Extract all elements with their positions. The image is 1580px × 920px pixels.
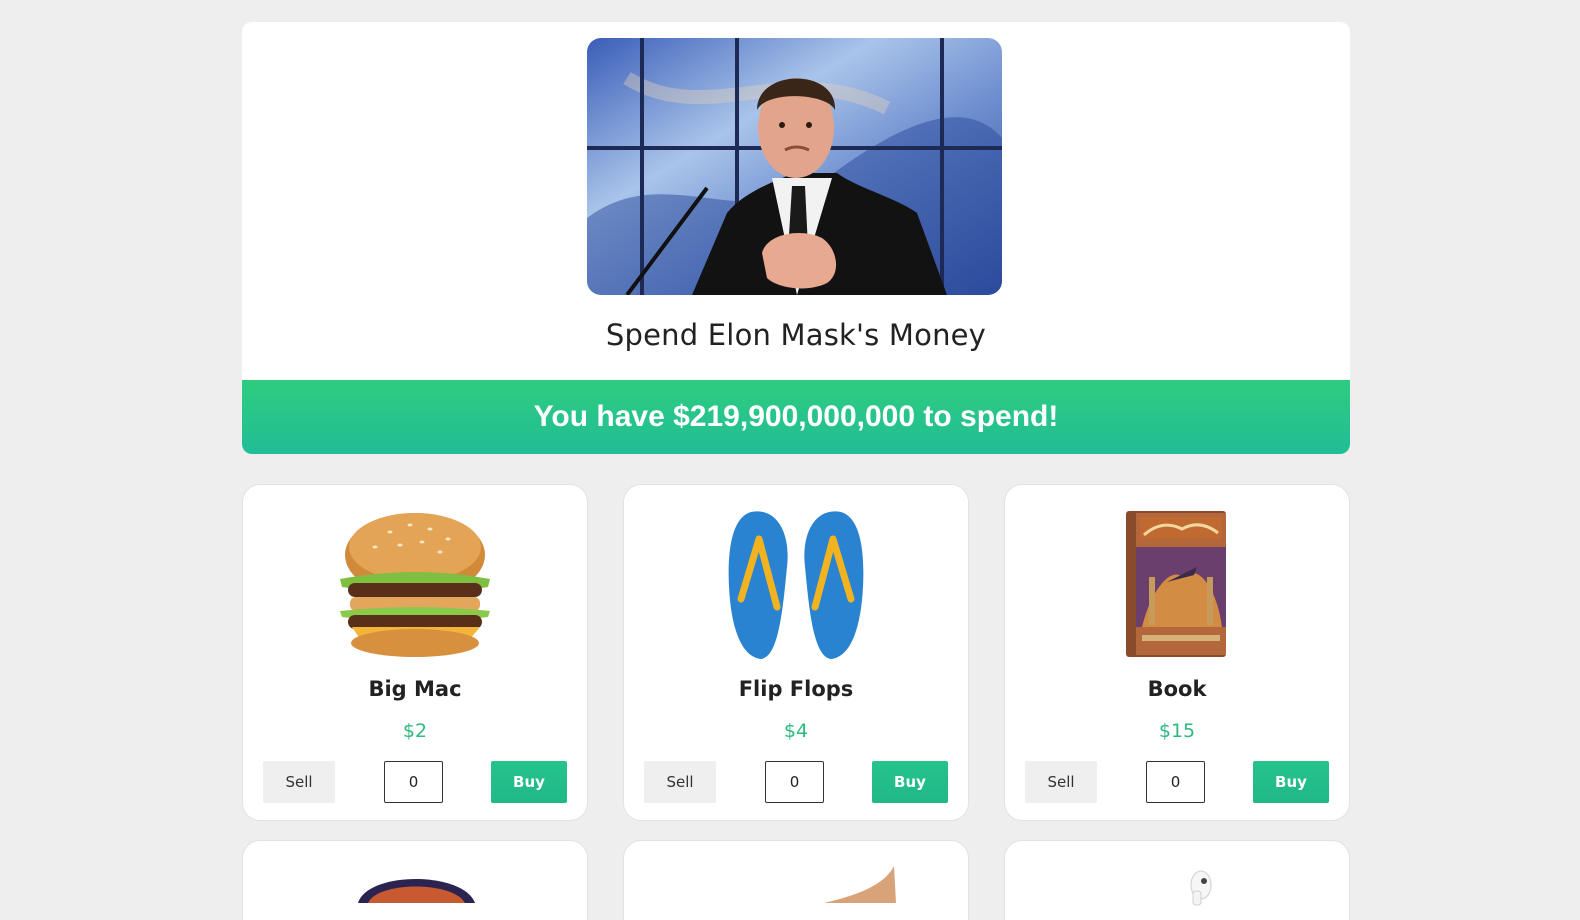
product-name: Book bbox=[1147, 677, 1207, 701]
product-card-flip-flops: Flip Flops $4 Sell 0 Buy bbox=[623, 484, 969, 821]
big-mac-image bbox=[243, 507, 587, 667]
product-name: Big Mac bbox=[368, 677, 462, 701]
product-price: $2 bbox=[402, 720, 428, 742]
buy-button[interactable]: Buy bbox=[872, 761, 948, 803]
product-image-partial bbox=[358, 879, 475, 903]
product-card-big-mac: Big Mac $2 Sell 0 Buy bbox=[242, 484, 588, 821]
product-image-partial bbox=[824, 866, 896, 903]
product-card-partial bbox=[242, 840, 588, 920]
product-card-book: Book $15 Sell 0 Buy bbox=[1004, 484, 1350, 821]
sell-button[interactable]: Sell bbox=[263, 761, 335, 803]
balance-banner: You have $219,900,000,000 to spend! bbox=[242, 380, 1350, 454]
quantity-input[interactable]: 0 bbox=[765, 761, 824, 803]
flip-flops-image bbox=[624, 507, 968, 667]
buy-button[interactable]: Buy bbox=[491, 761, 567, 803]
product-price: $15 bbox=[1158, 720, 1196, 742]
elon-portrait-image bbox=[587, 38, 1002, 295]
product-card-partial bbox=[623, 840, 969, 920]
product-name: Flip Flops bbox=[738, 677, 854, 701]
product-price: $4 bbox=[783, 720, 809, 742]
sell-button[interactable]: Sell bbox=[644, 761, 716, 803]
quantity-input[interactable]: 0 bbox=[384, 761, 443, 803]
buy-button[interactable]: Buy bbox=[1253, 761, 1329, 803]
quantity-input[interactable]: 0 bbox=[1146, 761, 1205, 803]
product-card-partial bbox=[1004, 840, 1350, 920]
page-title: Spend Elon Mask's Money bbox=[605, 318, 987, 352]
earbuds-image-partial bbox=[1190, 870, 1212, 906]
book-image bbox=[1005, 507, 1349, 667]
sell-button[interactable]: Sell bbox=[1025, 761, 1097, 803]
balance-text: You have $219,900,000,000 to spend! bbox=[533, 400, 1059, 433]
header-card: Spend Elon Mask's Money You have $219,90… bbox=[242, 22, 1350, 454]
